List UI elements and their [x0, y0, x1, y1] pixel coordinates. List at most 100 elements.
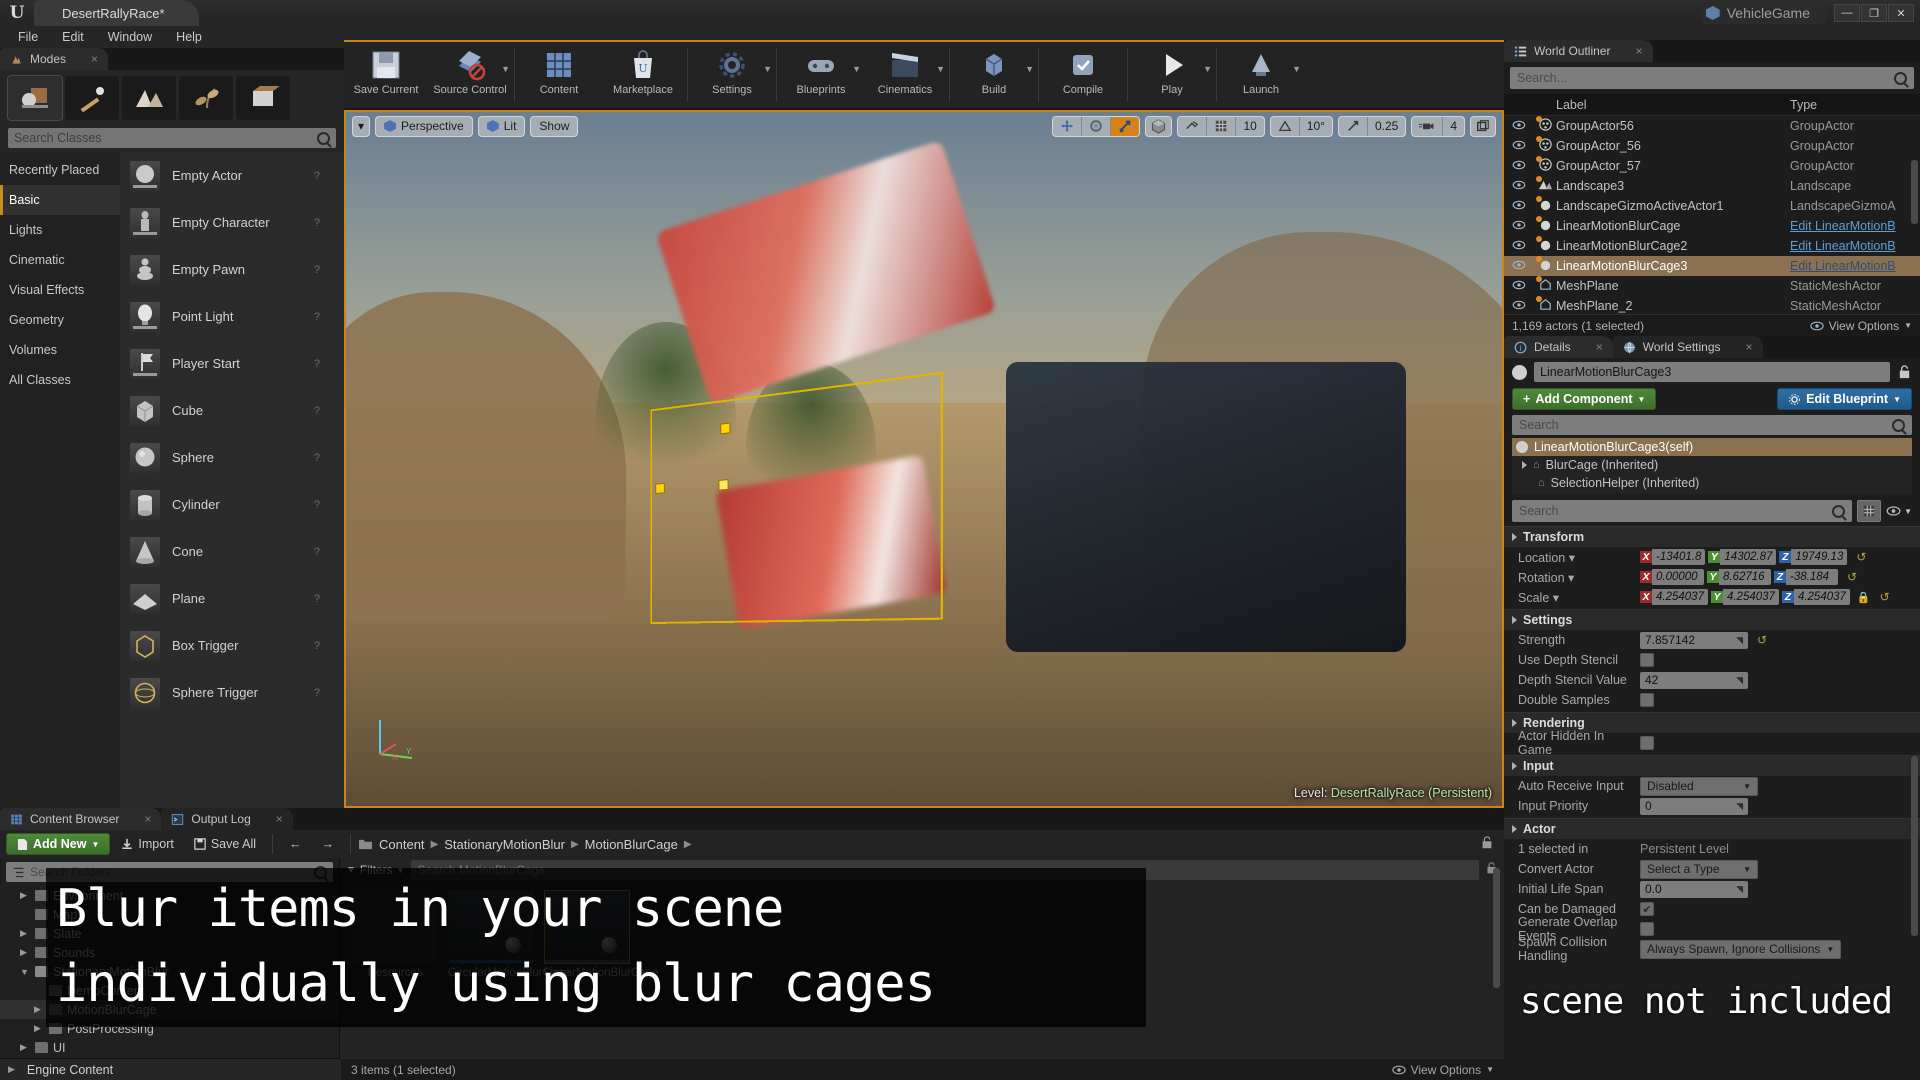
lock-icon[interactable] [1480, 835, 1494, 854]
visibility-eye-icon[interactable] [1504, 240, 1534, 253]
close-icon[interactable]: × [144, 812, 151, 826]
surface-snap-icon[interactable] [1178, 116, 1208, 136]
revert-icon[interactable]: ↺ [1856, 550, 1866, 564]
folder-node-sounds[interactable]: ▶ Sounds [0, 943, 339, 962]
placeable-item-player-start[interactable]: Player Start? [120, 340, 344, 387]
visibility-eye-icon[interactable] [1504, 180, 1534, 193]
visibility-eye-icon[interactable] [1504, 160, 1534, 173]
category-lights[interactable]: Lights [0, 215, 120, 245]
transform-z-field[interactable]: Z 4.254037 [1781, 589, 1850, 605]
component-blurcage[interactable]: ⌂ BlurCage (Inherited) [1512, 456, 1912, 474]
expand-arrow-icon[interactable]: ▼ [20, 967, 30, 977]
foliage-mode-icon[interactable] [179, 76, 233, 120]
rotate-gizmo-icon[interactable] [1082, 116, 1112, 136]
visibility-eye-icon[interactable] [1504, 220, 1534, 233]
expand-arrow-icon[interactable]: ▶ [20, 947, 30, 958]
section-settings[interactable]: Settings [1504, 609, 1920, 630]
transform-z-field[interactable]: Z 19749.13 [1779, 549, 1848, 565]
folder-node-democontent[interactable]: DemoContent [0, 981, 339, 1000]
transform-y-field[interactable]: Y 14302.87 [1708, 549, 1777, 565]
blur-cage-gizmo[interactable] [650, 371, 943, 624]
component-search-box[interactable] [1512, 415, 1912, 435]
placeable-item-sphere-trigger[interactable]: Sphere Trigger? [120, 669, 344, 716]
transform-z-field[interactable]: Z -38.184 [1774, 569, 1838, 585]
menu-file[interactable]: File [6, 26, 50, 48]
translate-gizmo-icon[interactable] [1053, 116, 1083, 136]
cinematics-button[interactable]: Cinematics ▼ [863, 42, 947, 108]
property-search-box[interactable] [1512, 500, 1853, 522]
landscape-mode-icon[interactable] [122, 76, 176, 120]
outliner-search-box[interactable] [1510, 67, 1914, 89]
angle-snap-icon[interactable] [1271, 116, 1300, 136]
expand-arrow-icon[interactable]: ▶ [20, 928, 30, 939]
double-samples-checkbox[interactable] [1640, 693, 1654, 707]
tab-output-log[interactable]: Output Log × [161, 808, 293, 830]
auto-receive-dropdown[interactable]: Disabled ▼ [1640, 776, 1758, 796]
folder-node-ui[interactable]: ▶ UI [0, 1038, 339, 1057]
transform-y-field[interactable]: Y 8.62716 [1707, 569, 1771, 585]
category-basic[interactable]: Basic [0, 185, 120, 215]
category-volumes[interactable]: Volumes [0, 335, 120, 365]
expand-arrow-icon[interactable]: ▶ [20, 1042, 30, 1053]
gizmo-handle-center[interactable] [718, 479, 729, 491]
chevron-down-icon[interactable]: ▼ [763, 64, 772, 74]
menu-window[interactable]: Window [96, 26, 164, 48]
scale-snap-value[interactable]: 0.25 [1368, 117, 1405, 136]
minimize-button[interactable]: — [1834, 4, 1860, 22]
save-all-button[interactable]: Save All [185, 833, 265, 855]
actor-name-field[interactable]: LinearMotionBlurCage3 [1534, 362, 1890, 382]
drag-handle-icon[interactable]: ◥ [1736, 675, 1743, 686]
outliner-header-label[interactable]: Label [1534, 98, 1790, 112]
settings-button[interactable]: Settings ▼ [690, 42, 774, 108]
lock-ratio-icon[interactable]: 🔒 [1857, 591, 1871, 604]
chevron-down-icon[interactable]: ▼ [852, 64, 861, 74]
build-button[interactable]: Build ▼ [952, 42, 1036, 108]
expand-arrow-icon[interactable]: ▶ [20, 890, 30, 901]
section-actor[interactable]: Actor [1504, 818, 1920, 839]
outliner-row[interactable]: GroupActor56 GroupActor [1504, 116, 1920, 136]
placeable-item-empty-pawn[interactable]: Empty Pawn? [120, 246, 344, 293]
nav-back-button[interactable]: ← [280, 833, 311, 855]
camera-speed-value[interactable]: 4 [1443, 117, 1464, 136]
transform-row-label[interactable]: Scale ▾ [1518, 590, 1640, 605]
property-view-options[interactable]: ▼ [1886, 506, 1912, 516]
coordinate-system-button[interactable] [1145, 115, 1173, 137]
category-cinematic[interactable]: Cinematic [0, 245, 120, 275]
blueprints-button[interactable]: Blueprints ▼ [779, 42, 863, 108]
asset-tile-resources[interactable]: Resources [352, 890, 438, 980]
outliner-row[interactable]: LinearMotionBlurCage2 Edit LinearMotionB [1504, 236, 1920, 256]
actor-hidden-checkbox[interactable] [1640, 736, 1654, 750]
maximize-button[interactable]: ❐ [1861, 4, 1887, 22]
lock-icon[interactable] [1897, 364, 1912, 381]
import-button[interactable]: Import [112, 833, 182, 855]
engine-content-row[interactable]: ▶ Engine Content [0, 1058, 341, 1080]
details-scrollbar[interactable] [1911, 756, 1918, 936]
folder-node-stationarymotionblur[interactable]: ▼ StationaryMotionBlur [0, 962, 339, 981]
transform-x-field[interactable]: X 0.00000 [1640, 569, 1704, 585]
folder-search-box[interactable] [6, 862, 333, 882]
breadcrumb-stationarymotionblur[interactable]: StationaryMotionBlur [444, 837, 565, 852]
compile-button[interactable]: Compile [1041, 42, 1125, 108]
outliner-scrollbar[interactable] [1911, 160, 1918, 224]
breadcrumb-content[interactable]: Content [379, 837, 425, 852]
drag-handle-icon[interactable]: ◥ [1736, 801, 1743, 812]
expand-arrow-icon[interactable]: ▶ [34, 1023, 44, 1034]
placeable-item-cone[interactable]: Cone? [120, 528, 344, 575]
tab-modes[interactable]: Modes × [0, 48, 109, 70]
maximize-viewport-icon[interactable] [1470, 115, 1496, 137]
component-search-input[interactable] [1519, 418, 1892, 432]
menu-help[interactable]: Help [164, 26, 214, 48]
outliner-search-input[interactable] [1517, 71, 1894, 85]
placeable-item-plane[interactable]: Plane? [120, 575, 344, 622]
tab-details[interactable]: i Details × [1504, 336, 1613, 358]
close-icon[interactable]: × [276, 812, 283, 826]
transform-x-field[interactable]: X -13401.8 [1640, 549, 1706, 565]
transform-x-field[interactable]: X 4.254037 [1640, 589, 1708, 605]
convert-actor-dropdown[interactable]: Select a Type ▼ [1640, 859, 1758, 879]
close-icon[interactable]: × [1596, 340, 1603, 354]
search-classes-input[interactable] [14, 131, 317, 145]
placeable-item-point-light[interactable]: Point Light? [120, 293, 344, 340]
scale-gizmo-icon[interactable] [1111, 116, 1140, 136]
visibility-eye-icon[interactable] [1504, 200, 1534, 213]
scale-snap-icon[interactable] [1339, 116, 1368, 136]
